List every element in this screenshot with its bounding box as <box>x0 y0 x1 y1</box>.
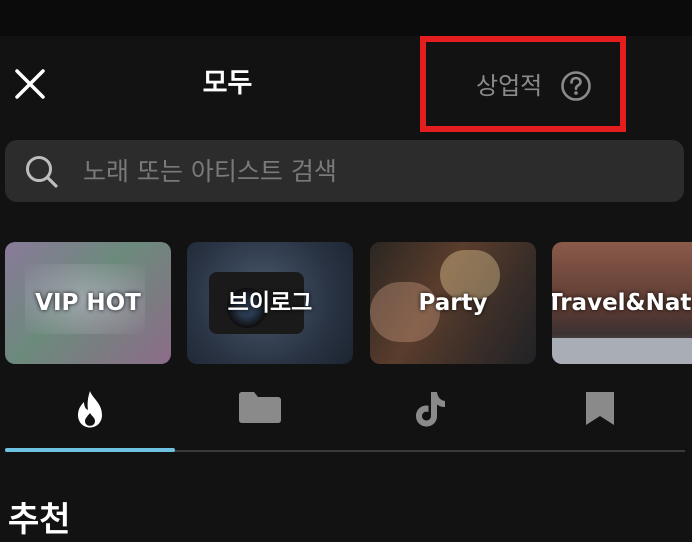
status-bar-area <box>0 0 692 36</box>
tab-trending[interactable] <box>5 372 175 450</box>
category-card-party[interactable]: Party <box>370 242 536 364</box>
help-icon[interactable] <box>560 70 592 102</box>
search-icon <box>26 156 58 188</box>
tab-active-indicator <box>5 448 175 452</box>
tab-bar <box>0 372 692 454</box>
category-card-vlog[interactable]: 브이로그 <box>187 242 353 364</box>
header: 모두 상업적 <box>0 36 692 132</box>
commercial-filter-button[interactable]: 상업적 <box>420 36 626 132</box>
tab-folder[interactable] <box>175 372 345 450</box>
category-label: Party <box>418 290 488 316</box>
commercial-label: 상업적 <box>476 72 543 100</box>
page-title: 모두 <box>202 68 253 99</box>
bookmark-icon <box>586 392 614 425</box>
close-button[interactable] <box>10 64 50 104</box>
tab-bookmark[interactable] <box>515 372 685 450</box>
category-label: VIP HOT <box>35 290 141 316</box>
flame-icon <box>78 391 102 428</box>
category-carousel[interactable]: VIP HOT 브이로그 Party Travel&Nate <box>0 242 692 364</box>
category-card-vip-hot[interactable]: VIP HOT <box>5 242 171 364</box>
tiktok-icon <box>416 392 445 427</box>
section-title: 추천 <box>8 500 71 540</box>
close-icon <box>15 69 45 99</box>
tab-tiktok[interactable] <box>345 372 515 450</box>
category-label: 브이로그 <box>227 290 313 316</box>
category-card-travel[interactable]: Travel&Nate <box>552 242 692 364</box>
folder-icon <box>239 392 281 423</box>
category-label: Travel&Nate <box>552 290 692 316</box>
search-bar[interactable] <box>5 140 684 202</box>
search-input[interactable] <box>83 140 663 202</box>
